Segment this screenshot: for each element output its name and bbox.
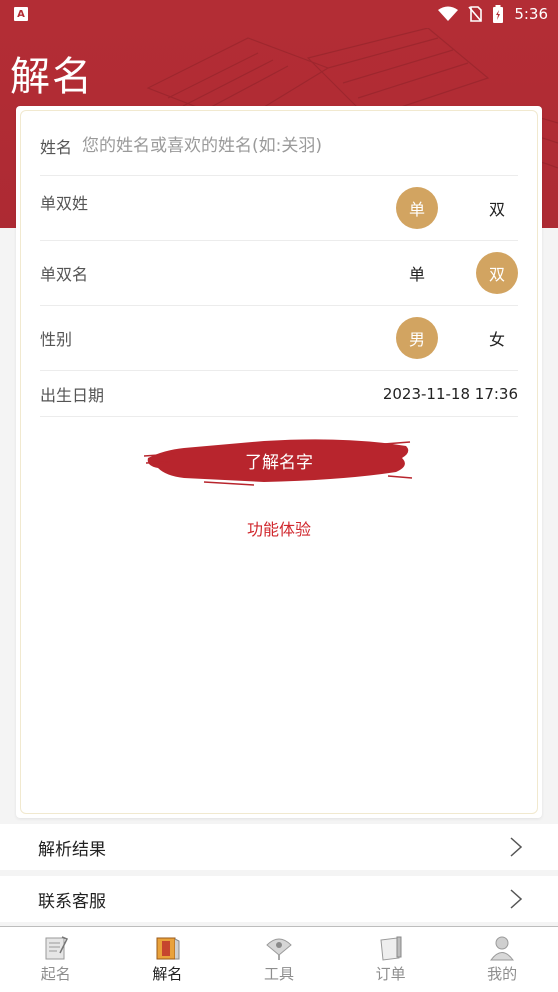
- surname-double-option[interactable]: 双: [476, 187, 518, 229]
- surname-type-label: 单双姓: [40, 194, 89, 213]
- naming-book-icon: [45, 936, 68, 960]
- birth-date-value[interactable]: 2023-11-18 17:36: [383, 385, 518, 403]
- order-paper-icon: [380, 936, 402, 961]
- scroll-book-icon: [156, 937, 180, 960]
- contact-service-label: 联系客服: [38, 891, 106, 912]
- chevron-right-icon: [510, 889, 522, 909]
- tab-name-analysis[interactable]: 解名: [112, 927, 224, 992]
- gender-female-option[interactable]: 女: [476, 317, 518, 359]
- analysis-result-label: 解析结果: [38, 839, 106, 860]
- tab-orders-label: 订单: [375, 965, 406, 983]
- surname-type-row: 单双姓 单 双: [40, 176, 518, 241]
- given-name-double-option[interactable]: 双: [476, 252, 518, 294]
- analysis-result-item[interactable]: 解析结果: [0, 824, 558, 870]
- name-label: 姓名: [40, 137, 73, 157]
- given-name-type-row: 单双名 单 双: [40, 241, 518, 306]
- tab-naming[interactable]: 起名: [0, 927, 112, 992]
- name-input[interactable]: [82, 135, 518, 156]
- tab-naming-label: 起名: [40, 965, 71, 983]
- profile-figure-icon: [490, 936, 515, 961]
- birth-date-label: 出生日期: [40, 385, 105, 405]
- birth-date-row[interactable]: 出生日期 2023-11-18 17:36: [40, 371, 518, 417]
- tab-name-analysis-label: 解名: [152, 965, 183, 983]
- status-bar: A 5:36: [0, 0, 558, 28]
- tab-mine-label: 我的: [487, 965, 518, 983]
- no-sim-icon: [468, 6, 483, 22]
- contact-service-item[interactable]: 联系客服: [0, 876, 558, 922]
- fan-tool-icon: [266, 938, 292, 960]
- app-notification-icon: A: [14, 7, 28, 21]
- tab-mine[interactable]: 我的: [446, 927, 558, 992]
- gender-row: 性别 男 女: [40, 306, 518, 371]
- surname-single-option[interactable]: 单: [396, 187, 438, 229]
- name-row: 姓名: [40, 116, 518, 176]
- tab-tools[interactable]: 工具: [223, 927, 335, 992]
- form-card: 姓名 单双姓 单 双 单双名 单 双 性别 男 女 出生日期 2023-11-1…: [16, 106, 542, 818]
- wifi-icon: [438, 6, 459, 21]
- understand-name-label: 了解名字: [245, 452, 313, 473]
- understand-name-button[interactable]: 了解名字: [144, 432, 414, 488]
- feature-trial-link[interactable]: 功能体验: [16, 516, 542, 540]
- tab-orders[interactable]: 订单: [335, 927, 447, 992]
- given-name-single-option[interactable]: 单: [396, 252, 438, 294]
- gender-male-option[interactable]: 男: [396, 317, 438, 359]
- bottom-tab-bar: 起名 解名 工具 订单 我的: [0, 926, 558, 992]
- given-name-type-label: 单双名: [40, 265, 89, 284]
- battery-icon: [493, 5, 504, 23]
- page-title: 解名: [10, 54, 94, 100]
- tab-tools-label: 工具: [263, 965, 294, 983]
- status-time: 5:36: [514, 5, 548, 23]
- gender-label: 性别: [40, 330, 73, 349]
- chevron-right-icon: [510, 837, 522, 857]
